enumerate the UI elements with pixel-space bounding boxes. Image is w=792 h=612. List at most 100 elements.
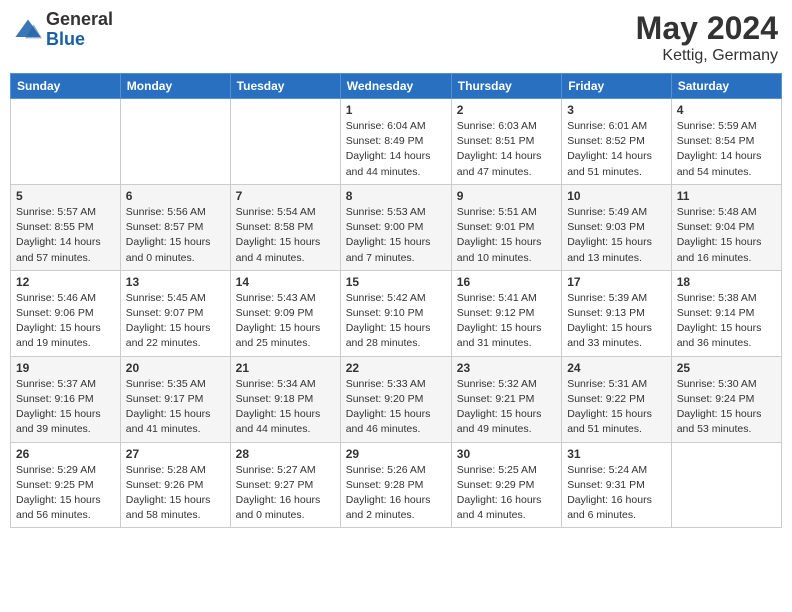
- day-number: 9: [457, 189, 556, 203]
- day-info: Sunrise: 5:24 AMSunset: 9:31 PMDaylight:…: [567, 463, 666, 524]
- day-info: Sunrise: 5:33 AMSunset: 9:20 PMDaylight:…: [346, 377, 446, 438]
- calendar-cell: 28 Sunrise: 5:27 AMSunset: 9:27 PMDayligh…: [230, 442, 340, 528]
- calendar-cell: 4 Sunrise: 5:59 AMSunset: 8:54 PMDaylight…: [671, 99, 781, 185]
- day-number: 16: [457, 275, 556, 289]
- logo-general-text: General: [46, 10, 113, 30]
- day-info: Sunrise: 5:39 AMSunset: 9:13 PMDaylight:…: [567, 291, 666, 352]
- calendar-week-row: 1 Sunrise: 6:04 AMSunset: 8:49 PMDaylight…: [11, 99, 782, 185]
- calendar-cell: 10 Sunrise: 5:49 AMSunset: 9:03 PMDayligh…: [562, 184, 672, 270]
- day-info: Sunrise: 5:45 AMSunset: 9:07 PMDaylight:…: [126, 291, 225, 352]
- calendar-cell: 11Sunrise: 5:48 AMSunset: 9:04 PMDayligh…: [671, 184, 781, 270]
- day-info: Sunrise: 5:48 AMSunset: 9:04 PMDaylight:…: [677, 205, 776, 266]
- day-number: 25: [677, 361, 776, 375]
- calendar-cell: 21Sunrise: 5:34 AMSunset: 9:18 PMDayligh…: [230, 356, 340, 442]
- day-number: 2: [457, 103, 556, 117]
- month-year-title: May 2024: [636, 10, 778, 47]
- day-number: 22: [346, 361, 446, 375]
- day-number: 6: [126, 189, 225, 203]
- calendar-week-row: 19Sunrise: 5:37 AMSunset: 9:16 PMDayligh…: [11, 356, 782, 442]
- calendar-header-friday: Friday: [562, 74, 672, 99]
- day-number: 18: [677, 275, 776, 289]
- day-info: Sunrise: 5:28 AMSunset: 9:26 PMDaylight:…: [126, 463, 225, 524]
- calendar-cell: 19Sunrise: 5:37 AMSunset: 9:16 PMDayligh…: [11, 356, 121, 442]
- calendar-cell: 25 Sunrise: 5:30 AMSunset: 9:24 PMDayligh…: [671, 356, 781, 442]
- calendar-cell: 26Sunrise: 5:29 AMSunset: 9:25 PMDayligh…: [11, 442, 121, 528]
- day-info: Sunrise: 5:26 AMSunset: 9:28 PMDaylight:…: [346, 463, 446, 524]
- day-number: 20: [126, 361, 225, 375]
- day-number: 10: [567, 189, 666, 203]
- day-info: Sunrise: 5:57 AMSunset: 8:55 PMDaylight:…: [16, 205, 115, 266]
- calendar-cell: 9Sunrise: 5:51 AMSunset: 9:01 PMDaylight…: [451, 184, 561, 270]
- day-number: 29: [346, 447, 446, 461]
- calendar-cell: 16Sunrise: 5:41 AMSunset: 9:12 PMDayligh…: [451, 270, 561, 356]
- calendar-header-sunday: Sunday: [11, 74, 121, 99]
- day-number: 31: [567, 447, 666, 461]
- calendar-table: SundayMondayTuesdayWednesdayThursdayFrid…: [10, 73, 782, 528]
- calendar-cell: 27Sunrise: 5:28 AMSunset: 9:26 PMDayligh…: [120, 442, 230, 528]
- day-info: Sunrise: 5:54 AMSunset: 8:58 PMDaylight:…: [236, 205, 335, 266]
- day-info: Sunrise: 5:53 AMSunset: 9:00 PMDaylight:…: [346, 205, 446, 266]
- day-info: Sunrise: 5:56 AMSunset: 8:57 PMDaylight:…: [126, 205, 225, 266]
- calendar-cell: 6 Sunrise: 5:56 AMSunset: 8:57 PMDaylight…: [120, 184, 230, 270]
- day-number: 15: [346, 275, 446, 289]
- calendar-cell: [671, 442, 781, 528]
- calendar-header-thursday: Thursday: [451, 74, 561, 99]
- page-header: General Blue May 2024 Kettig, Germany: [10, 10, 782, 65]
- calendar-cell: 15 Sunrise: 5:42 AMSunset: 9:10 PMDayligh…: [340, 270, 451, 356]
- day-info: Sunrise: 5:42 AMSunset: 9:10 PMDaylight:…: [346, 291, 446, 352]
- day-number: 4: [677, 103, 776, 117]
- calendar-cell: 7 Sunrise: 5:54 AMSunset: 8:58 PMDaylight…: [230, 184, 340, 270]
- title-block: May 2024 Kettig, Germany: [636, 10, 778, 65]
- day-number: 14: [236, 275, 335, 289]
- day-number: 21: [236, 361, 335, 375]
- calendar-cell: [230, 99, 340, 185]
- calendar-cell: [120, 99, 230, 185]
- calendar-cell: 29 Sunrise: 5:26 AMSunset: 9:28 PMDayligh…: [340, 442, 451, 528]
- logo-icon: [14, 16, 42, 44]
- day-info: Sunrise: 6:03 AMSunset: 8:51 PMDaylight:…: [457, 119, 556, 180]
- calendar-cell: 31 Sunrise: 5:24 AMSunset: 9:31 PMDayligh…: [562, 442, 672, 528]
- calendar-cell: 24Sunrise: 5:31 AMSunset: 9:22 PMDayligh…: [562, 356, 672, 442]
- calendar-cell: 23Sunrise: 5:32 AMSunset: 9:21 PMDayligh…: [451, 356, 561, 442]
- logo-blue-text: Blue: [46, 30, 113, 50]
- day-info: Sunrise: 5:59 AMSunset: 8:54 PMDaylight:…: [677, 119, 776, 180]
- location-title: Kettig, Germany: [636, 47, 778, 65]
- calendar-cell: [11, 99, 121, 185]
- day-number: 5: [16, 189, 115, 203]
- calendar-cell: 22 Sunrise: 5:33 AMSunset: 9:20 PMDayligh…: [340, 356, 451, 442]
- day-info: Sunrise: 5:46 AMSunset: 9:06 PMDaylight:…: [16, 291, 115, 352]
- day-number: 1: [346, 103, 446, 117]
- calendar-header-monday: Monday: [120, 74, 230, 99]
- day-number: 26: [16, 447, 115, 461]
- calendar-cell: 18Sunrise: 5:38 AMSunset: 9:14 PMDayligh…: [671, 270, 781, 356]
- day-info: Sunrise: 6:04 AMSunset: 8:49 PMDaylight:…: [346, 119, 446, 180]
- day-number: 28: [236, 447, 335, 461]
- calendar-cell: 17Sunrise: 5:39 AMSunset: 9:13 PMDayligh…: [562, 270, 672, 356]
- day-info: Sunrise: 5:27 AMSunset: 9:27 PMDaylight:…: [236, 463, 335, 524]
- day-info: Sunrise: 5:43 AMSunset: 9:09 PMDaylight:…: [236, 291, 335, 352]
- day-number: 19: [16, 361, 115, 375]
- calendar-header-row: SundayMondayTuesdayWednesdayThursdayFrid…: [11, 74, 782, 99]
- day-info: Sunrise: 5:31 AMSunset: 9:22 PMDaylight:…: [567, 377, 666, 438]
- logo: General Blue: [14, 10, 113, 50]
- calendar-cell: 1 Sunrise: 6:04 AMSunset: 8:49 PMDaylight…: [340, 99, 451, 185]
- logo-text: General Blue: [46, 10, 113, 50]
- calendar-week-row: 5 Sunrise: 5:57 AMSunset: 8:55 PMDaylight…: [11, 184, 782, 270]
- calendar-cell: 20 Sunrise: 5:35 AMSunset: 9:17 PMDayligh…: [120, 356, 230, 442]
- calendar-week-row: 26Sunrise: 5:29 AMSunset: 9:25 PMDayligh…: [11, 442, 782, 528]
- day-info: Sunrise: 5:30 AMSunset: 9:24 PMDaylight:…: [677, 377, 776, 438]
- calendar-cell: 30 Sunrise: 5:25 AMSunset: 9:29 PMDayligh…: [451, 442, 561, 528]
- day-info: Sunrise: 5:35 AMSunset: 9:17 PMDaylight:…: [126, 377, 225, 438]
- day-number: 13: [126, 275, 225, 289]
- day-info: Sunrise: 5:49 AMSunset: 9:03 PMDaylight:…: [567, 205, 666, 266]
- calendar-cell: 8 Sunrise: 5:53 AMSunset: 9:00 PMDaylight…: [340, 184, 451, 270]
- calendar-header-saturday: Saturday: [671, 74, 781, 99]
- day-info: Sunrise: 5:25 AMSunset: 9:29 PMDaylight:…: [457, 463, 556, 524]
- calendar-header-wednesday: Wednesday: [340, 74, 451, 99]
- day-number: 30: [457, 447, 556, 461]
- day-number: 8: [346, 189, 446, 203]
- day-number: 7: [236, 189, 335, 203]
- calendar-week-row: 12 Sunrise: 5:46 AMSunset: 9:06 PMDayligh…: [11, 270, 782, 356]
- calendar-cell: 5 Sunrise: 5:57 AMSunset: 8:55 PMDaylight…: [11, 184, 121, 270]
- day-number: 12: [16, 275, 115, 289]
